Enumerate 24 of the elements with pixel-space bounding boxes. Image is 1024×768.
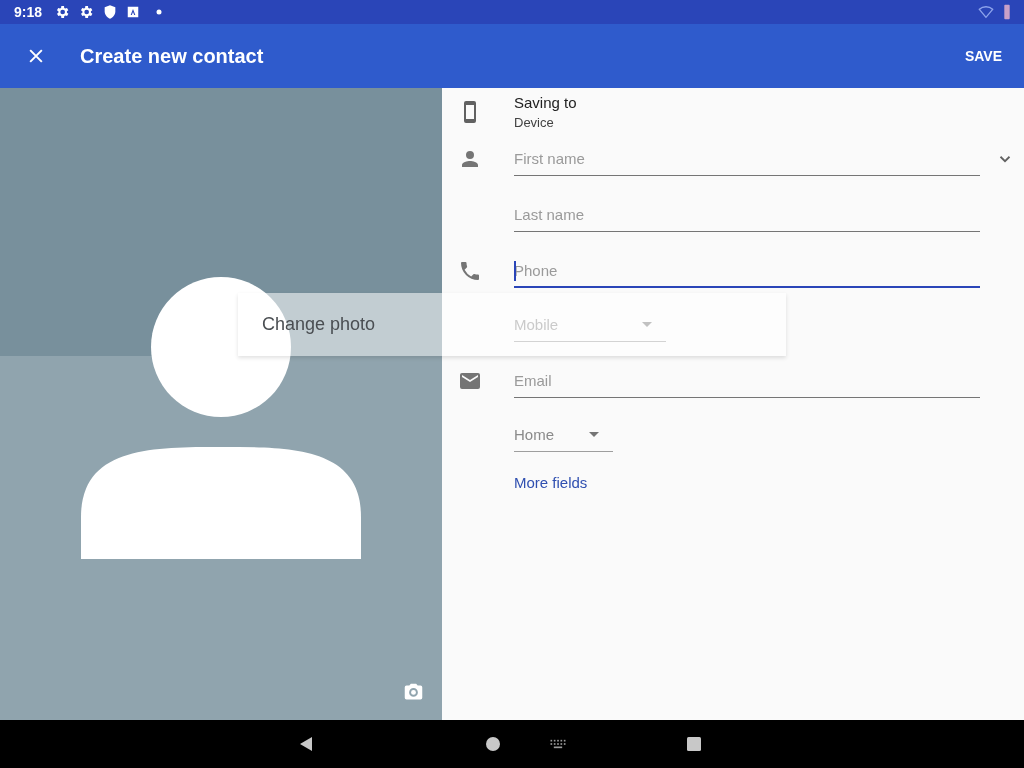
recents-icon[interactable]: [686, 736, 702, 752]
battery-icon: [1002, 3, 1012, 21]
screen-title: Create new contact: [80, 44, 265, 68]
caret-icon[interactable]: [589, 432, 599, 437]
input-field[interactable]: Email: [514, 364, 980, 398]
wifi-icon: [978, 4, 994, 20]
save-button[interactable]: SAVE: [958, 40, 1008, 72]
gear-icon: [78, 4, 95, 20]
camera-icon[interactable]: [403, 681, 424, 702]
app-icon: [126, 5, 141, 19]
gear-icon: [54, 4, 71, 20]
keyboard-icon[interactable]: [549, 739, 567, 749]
input-field[interactable]: Last name: [514, 198, 980, 232]
account-label: Device: [514, 115, 555, 130]
more-fields-link[interactable]: More fields: [514, 474, 588, 491]
text-cursor: [514, 261, 516, 281]
type-dropdown[interactable]: Home: [514, 418, 613, 452]
input-field[interactable]: First name: [514, 142, 980, 176]
notification-dot-icon: [156, 9, 163, 15]
back-icon[interactable]: [298, 736, 314, 752]
status-time: 9:18: [14, 4, 43, 20]
phone-icon: [458, 259, 482, 283]
saving-to-label: Saving to: [514, 94, 577, 111]
home-icon[interactable]: [485, 736, 501, 752]
